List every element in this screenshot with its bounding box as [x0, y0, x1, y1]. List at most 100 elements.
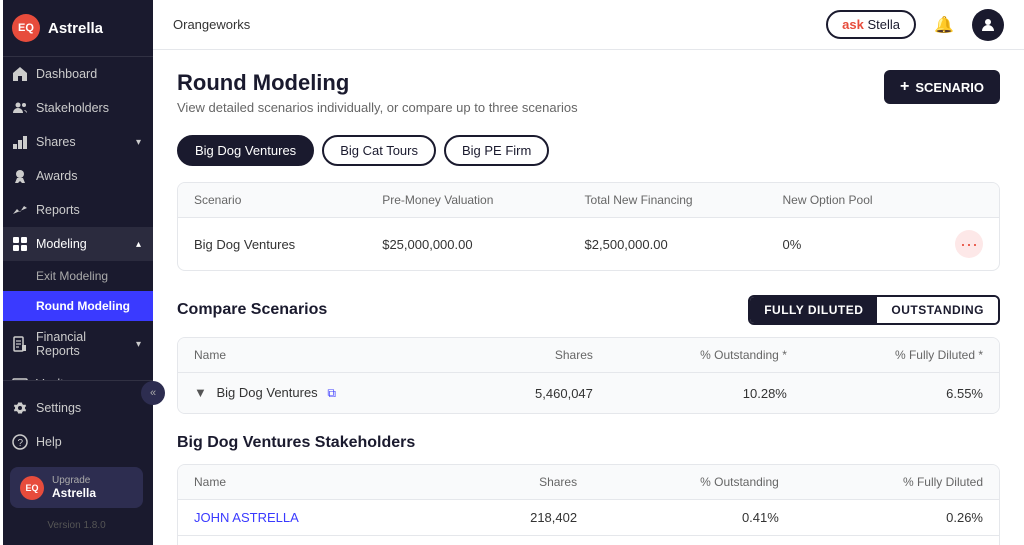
add-scenario-button[interactable]: + SCENARIO: [884, 70, 1000, 104]
help-icon: ?: [12, 434, 28, 450]
logo[interactable]: EQ Astrella: [0, 0, 153, 57]
stk-outstanding: 0.41%: [593, 500, 795, 536]
page-title: Round Modeling: [177, 70, 578, 96]
chevron-icon: ▾: [136, 137, 141, 148]
col-total-financing: Total New Financing: [569, 183, 767, 218]
topbar: Orangeworks ask Stella 🔔: [153, 0, 1024, 50]
reports-icon: [12, 202, 28, 218]
chevron-icon: ▴: [136, 239, 141, 250]
chevron-icon: ▾: [136, 339, 141, 350]
sidebar-item-label: Help: [36, 435, 62, 449]
sidebar-bottom: Settings ? Help EQ Upgrade Astrella Vers…: [0, 380, 153, 545]
upgrade-box[interactable]: EQ Upgrade Astrella: [10, 467, 143, 508]
financial-reports-icon: [12, 336, 28, 352]
upgrade-icon: EQ: [20, 476, 44, 500]
stk-fully-diluted: 0.26%: [795, 500, 999, 536]
sidebar-item-reports[interactable]: Reports: [0, 193, 153, 227]
sidebar-item-label: Awards: [36, 169, 77, 183]
col-option-pool: New Option Pool: [766, 183, 939, 218]
stk-col-shares: Shares: [429, 465, 593, 500]
sidebar-item-exit-modeling[interactable]: Exit Modeling: [0, 261, 153, 291]
fully-diluted-toggle[interactable]: FULLY DILUTED: [750, 297, 877, 323]
sidebar-item-label: Dashboard: [36, 67, 97, 81]
compare-row-outstanding: 10.28%: [609, 373, 803, 414]
sidebar-item-label: Settings: [36, 401, 81, 415]
outstanding-toggle[interactable]: OUTSTANDING: [877, 297, 998, 323]
version-text: Version 1.8.0: [0, 516, 153, 535]
sidebar-item-help[interactable]: ? Help: [0, 425, 153, 459]
compare-col-name: Name: [178, 338, 462, 373]
award-icon: [12, 168, 28, 184]
company-name: Orangeworks: [173, 17, 814, 32]
compare-header: Compare Scenarios FULLY DILUTED OUTSTAND…: [177, 295, 1000, 325]
sidebar-item-label: Vault: [36, 377, 64, 380]
page-subtitle: View detailed scenarios individually, or…: [177, 100, 578, 115]
compare-row-fully-diluted: 6.55%: [803, 373, 999, 414]
scenario-tab-big-pe-firm[interactable]: Big PE Firm: [444, 135, 549, 166]
row-expand-toggle[interactable]: ▼: [194, 385, 207, 400]
sidebar-item-financial-reports[interactable]: Financial Reports ▾: [0, 321, 153, 367]
notifications-icon[interactable]: 🔔: [928, 9, 960, 41]
table-row: ▼ Big Dog Ventures ⧉ 5,460,047 10.28% 6.…: [178, 373, 999, 414]
stakeholder-link[interactable]: JOHN ASTRELLA: [194, 510, 299, 525]
sidebar-item-label: Reports: [36, 203, 80, 217]
plus-icon: +: [900, 78, 909, 96]
main-content: Round Modeling View detailed scenarios i…: [153, 50, 1024, 545]
sidebar-item-vault[interactable]: Vault ▾: [0, 367, 153, 380]
sidebar-sub-label: Round Modeling: [36, 299, 130, 313]
compare-row-name: ▼ Big Dog Ventures ⧉: [178, 373, 462, 414]
stakeholders-table: Name Shares % Outstanding % Fully Dilute…: [177, 464, 1000, 545]
scenario-table: Scenario Pre-Money Valuation Total New F…: [177, 182, 1000, 271]
stk-col-outstanding: % Outstanding: [593, 465, 795, 500]
sidebar: EQ Astrella Dashboard Stakeholders Share…: [0, 0, 153, 545]
scenario-tab-big-cat-tours[interactable]: Big Cat Tours: [322, 135, 436, 166]
user-avatar[interactable]: [972, 9, 1004, 41]
list-item: XIAO BOURN 4 0% 0%: [178, 536, 999, 545]
sidebar-nav: Dashboard Stakeholders Shares ▾ Awards: [0, 57, 153, 380]
chevron-icon: ▾: [136, 379, 141, 381]
sidebar-item-stakeholders[interactable]: Stakeholders: [0, 91, 153, 125]
compare-col-outstanding: % Outstanding *: [609, 338, 803, 373]
stk-fully-diluted: 0%: [795, 536, 999, 545]
collapse-sidebar-button[interactable]: «: [141, 381, 165, 405]
logo-icon: EQ: [12, 14, 40, 42]
scenario-name: Big Dog Ventures: [178, 218, 366, 271]
sidebar-item-label: Stakeholders: [36, 101, 109, 115]
compare-table: Name Shares % Outstanding * % Fully Dilu…: [177, 337, 1000, 414]
upgrade-text: Upgrade Astrella: [52, 475, 96, 500]
sidebar-item-settings[interactable]: Settings: [0, 391, 153, 425]
logo-text: Astrella: [48, 20, 103, 37]
compare-col-shares: Shares: [462, 338, 609, 373]
stk-col-name: Name: [178, 465, 429, 500]
sidebar-item-label: Financial Reports: [36, 330, 128, 358]
sidebar-item-modeling[interactable]: Modeling ▴: [0, 227, 153, 261]
sidebar-item-dashboard[interactable]: Dashboard: [0, 57, 153, 91]
total-financing-value: $2,500,000.00: [569, 218, 767, 271]
compare-col-fully-diluted: % Fully Diluted *: [803, 338, 999, 373]
compare-title: Compare Scenarios: [177, 301, 327, 319]
scenario-tab-big-dog-ventures[interactable]: Big Dog Ventures: [177, 135, 314, 166]
stk-shares: 218,402: [429, 500, 593, 536]
sidebar-item-shares[interactable]: Shares ▾: [0, 125, 153, 159]
sidebar-item-label: Modeling: [36, 237, 87, 251]
sidebar-item-awards[interactable]: Awards: [0, 159, 153, 193]
compare-row-shares: 5,460,047: [462, 373, 609, 414]
stk-col-fully-diluted: % Fully Diluted: [795, 465, 999, 500]
dilution-toggle: FULLY DILUTED OUTSTANDING: [748, 295, 1000, 325]
table-row: Big Dog Ventures $25,000,000.00 $2,500,0…: [178, 218, 999, 271]
list-item: JOHN ASTRELLA 218,402 0.41% 0.26%: [178, 500, 999, 536]
shares-icon: [12, 134, 28, 150]
users-icon: [12, 100, 28, 116]
home-icon: [12, 66, 28, 82]
stk-outstanding: 0%: [593, 536, 795, 545]
svg-text:?: ?: [18, 438, 24, 449]
modeling-icon: [12, 236, 28, 252]
sidebar-item-label: Shares: [36, 135, 76, 149]
stakeholders-title: Big Dog Ventures Stakeholders: [177, 434, 1000, 452]
col-pre-money: Pre-Money Valuation: [366, 183, 568, 218]
option-pool-value: 0%: [766, 218, 939, 271]
ask-stella-button[interactable]: ask Stella: [826, 10, 916, 39]
external-link-icon[interactable]: ⧉: [327, 386, 336, 400]
row-actions-button[interactable]: ···: [955, 230, 983, 258]
sidebar-item-round-modeling[interactable]: Round Modeling: [0, 291, 153, 321]
